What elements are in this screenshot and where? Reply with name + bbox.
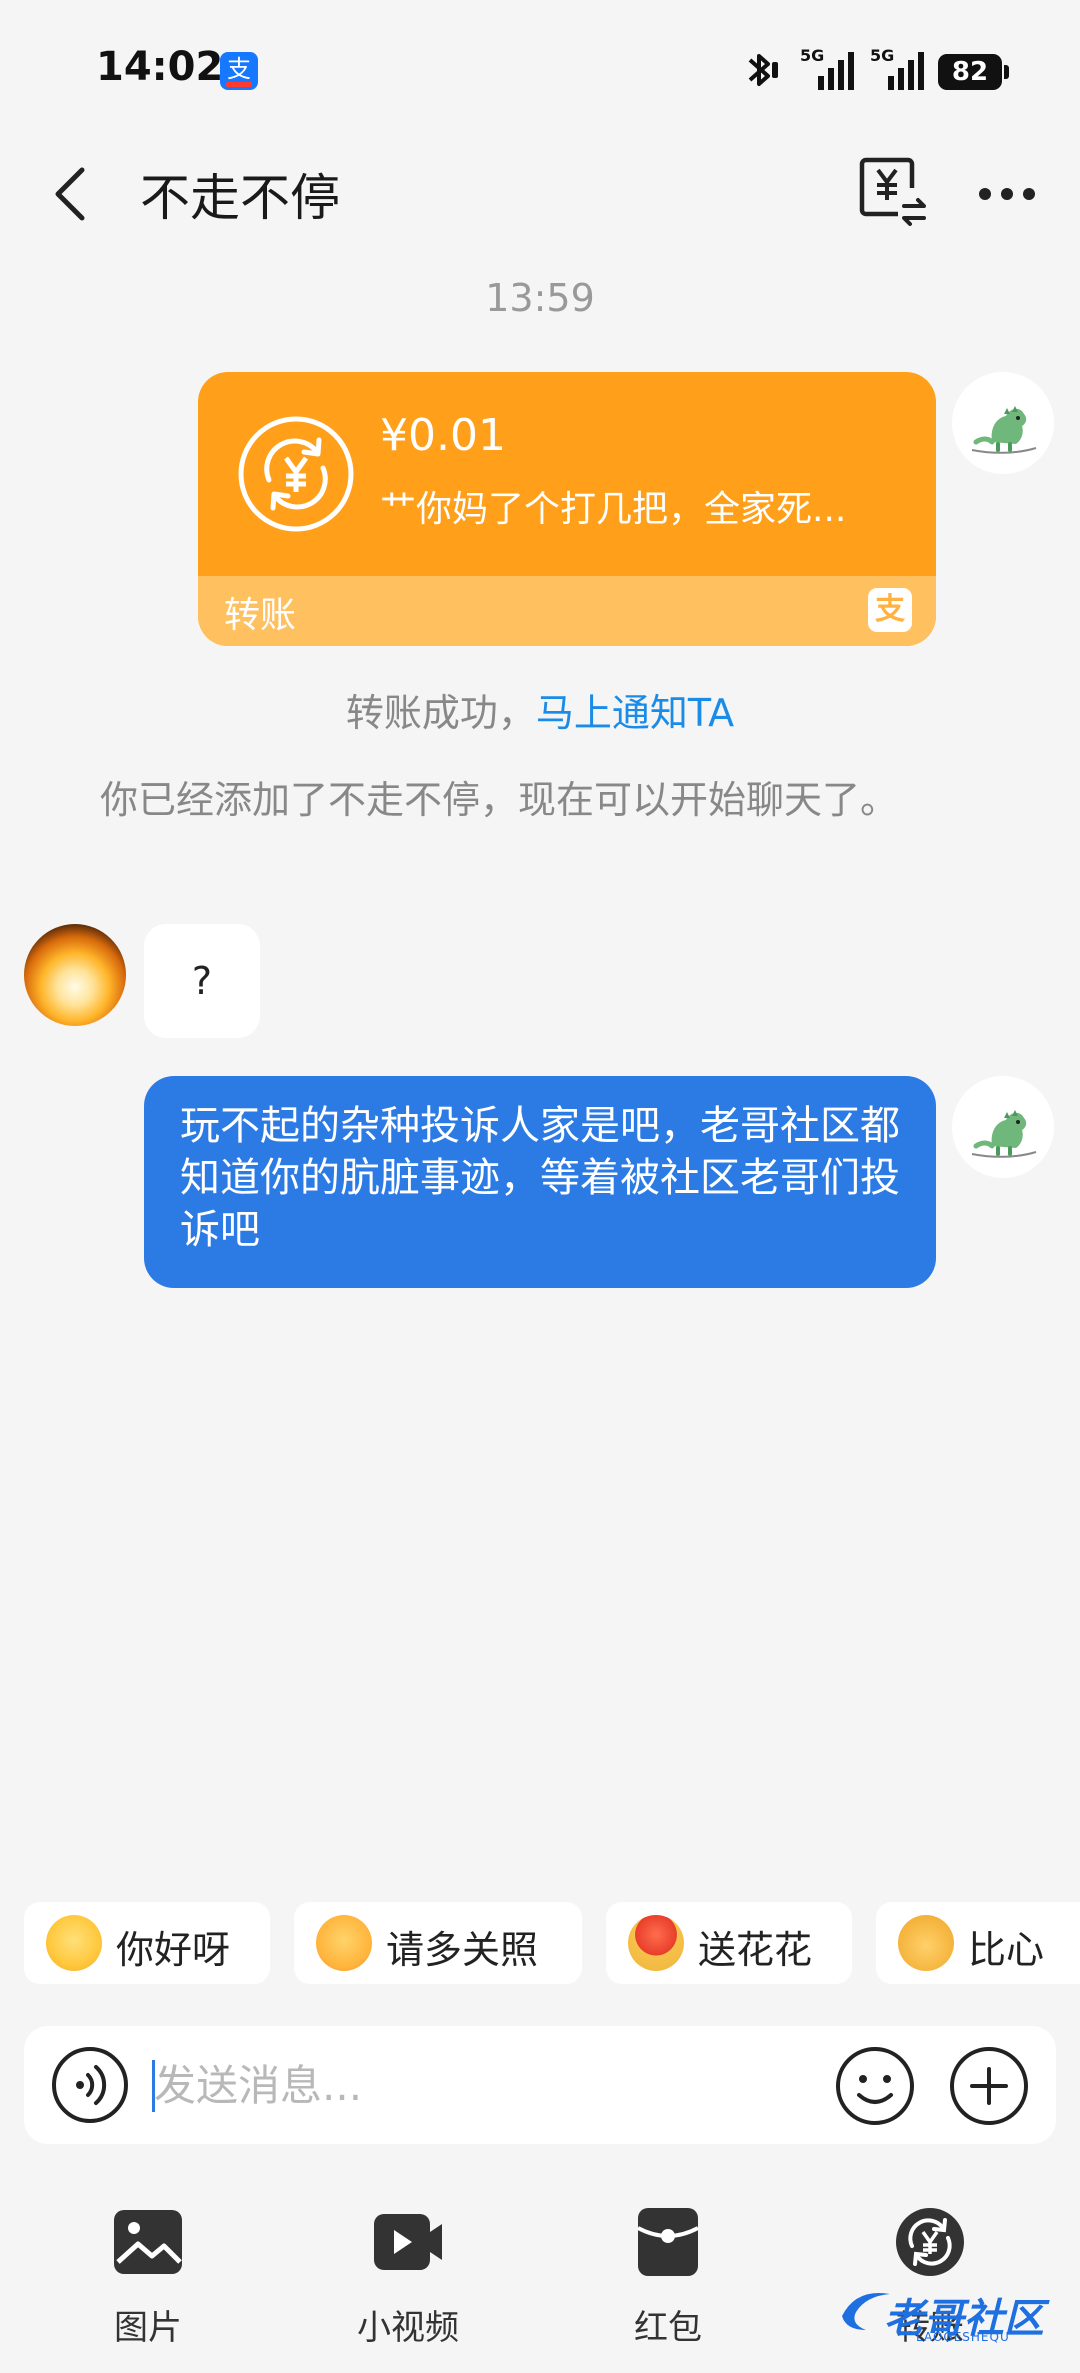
transfer-card-footer: 转账 支 <box>198 576 936 646</box>
quick-reply-nice-to-meet[interactable]: 请多关照 <box>294 1902 582 1984</box>
more-options-icon[interactable] <box>976 174 1038 214</box>
message-timestamp: 13:59 <box>485 276 595 320</box>
transfer-success-text: 转账成功， <box>345 691 536 735</box>
transfer-record-icon[interactable] <box>858 154 928 230</box>
watermark-subtext: LAOGESHEQU <box>916 2330 1010 2344</box>
contact-avatar[interactable] <box>24 924 126 1026</box>
quick-reply-label: 请多关照 <box>386 1928 539 1972</box>
emoji-button-icon[interactable] <box>834 2045 916 2127</box>
transfer-status-notice: 转账成功，马上通知TA <box>0 682 1080 737</box>
signal-2-icon: 5G <box>870 46 930 92</box>
battery-icon: 82 <box>938 54 1009 90</box>
notify-ta-link[interactable]: 马上通知TA <box>536 691 734 735</box>
my-avatar-2[interactable] <box>952 1076 1054 1178</box>
quick-reply-hello[interactable]: 你好呀 <box>24 1902 270 1984</box>
transfer-card[interactable]: ¥0.01 艹你妈了个打几把，全家死... 转账 支 <box>198 372 936 646</box>
tool-red-packet[interactable]: 红包 <box>568 2184 768 2354</box>
status-bar: 14:02 支 5G 5G 82 <box>0 0 1080 140</box>
my-avatar[interactable] <box>952 372 1054 474</box>
bluetooth-icon <box>748 54 778 86</box>
smile-emoji-icon <box>46 1915 102 1971</box>
transfer-label: 转账 <box>224 595 297 636</box>
quick-reply-label: 比心 <box>968 1928 1045 1972</box>
dinosaur-avatar-icon <box>971 1110 1037 1158</box>
alipay-notification-icon: 支 <box>220 52 258 90</box>
outgoing-message-bubble[interactable]: 玩不起的杂种投诉人家是吧，老哥社区都知道你的肮脏事迹，等着被社区老哥们投诉吧 <box>144 1076 936 1288</box>
transfer-yuan-icon <box>238 416 354 532</box>
tool-label: 红包 <box>634 2308 702 2348</box>
tool-image[interactable]: 图片 <box>48 2184 248 2354</box>
red-packet-icon <box>637 2208 699 2276</box>
friend-added-notice: 你已经添加了不走不停，现在可以开始聊天了。 <box>100 778 899 822</box>
transfer-icon <box>896 2208 964 2276</box>
back-arrow-icon[interactable] <box>46 162 96 226</box>
quick-reply-bar: 你好呀 请多关照 送花花 比心 <box>0 1902 1080 1986</box>
chat-title: 不走不停 <box>140 169 340 227</box>
quick-reply-heart[interactable]: 比心 <box>876 1902 1080 1984</box>
quick-reply-flowers[interactable]: 送花花 <box>606 1902 852 1984</box>
transfer-amount: ¥0.01 <box>380 410 506 461</box>
tool-label: 图片 <box>114 2308 182 2348</box>
finger-heart-emoji-icon <box>898 1915 954 1971</box>
signal-1-icon: 5G <box>800 46 860 92</box>
voice-input-icon[interactable] <box>50 2045 130 2125</box>
hug-emoji-icon <box>316 1915 372 1971</box>
transfer-memo: 艹你妈了个打几把，全家死... <box>380 489 847 530</box>
incoming-message-bubble[interactable]: ? <box>144 924 260 1038</box>
flower-emoji-icon <box>628 1915 684 1971</box>
status-time: 14:02 <box>96 44 224 90</box>
dinosaur-avatar-icon <box>971 406 1037 454</box>
quick-reply-label: 送花花 <box>698 1928 813 1972</box>
quick-reply-label: 你好呀 <box>116 1928 231 1972</box>
video-icon <box>374 2214 442 2270</box>
plus-icon[interactable] <box>948 2045 1030 2127</box>
tool-video[interactable]: 小视频 <box>308 2184 508 2354</box>
transfer-card-body: ¥0.01 艹你妈了个打几把，全家死... <box>198 372 936 576</box>
tool-label: 小视频 <box>357 2308 459 2348</box>
alipay-logo-icon: 支 <box>868 588 912 632</box>
message-input[interactable] <box>154 2050 714 2120</box>
watermark-logo: 老哥社区 LAOGESHEQU <box>836 2286 1066 2346</box>
message-input-bar <box>24 2026 1056 2144</box>
image-icon <box>114 2210 182 2274</box>
chat-header: 不走不停 <box>0 140 1080 250</box>
